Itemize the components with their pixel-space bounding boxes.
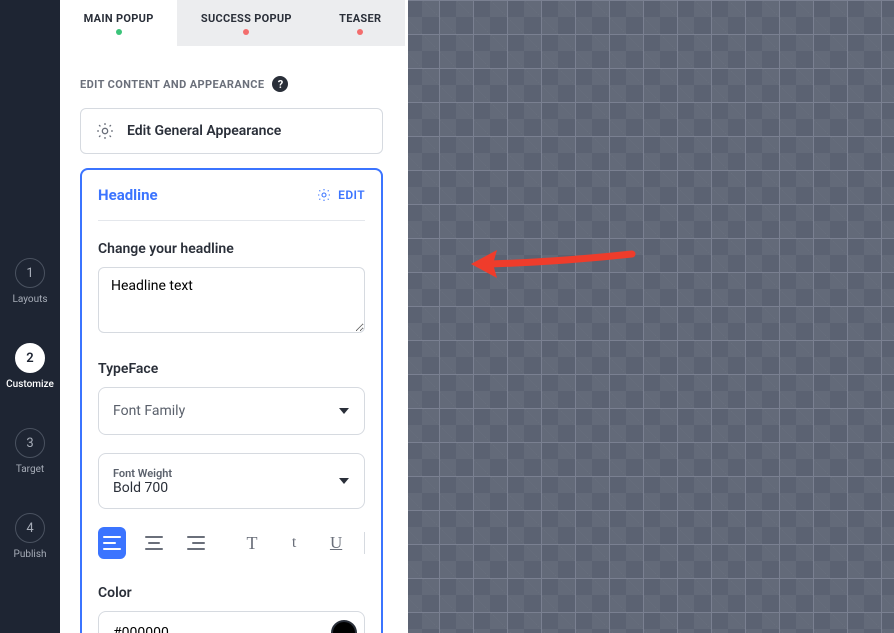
headline-field-label: Change your headline (98, 241, 365, 257)
nav-step-publish[interactable]: 4 Publish (14, 513, 47, 560)
tab-teaser[interactable]: TEASER (315, 0, 405, 46)
tab-label: MAIN POPUP (84, 12, 154, 25)
align-left-button[interactable] (98, 527, 126, 559)
preview-canvas[interactable] (405, 0, 894, 633)
color-field (98, 611, 365, 633)
align-center-icon (145, 536, 163, 550)
canvas-left-edge (405, 0, 408, 633)
help-icon[interactable]: ? (272, 76, 288, 92)
nav-step-circle: 3 (15, 428, 45, 458)
nav-step-target[interactable]: 3 Target (15, 428, 45, 475)
align-right-icon (187, 536, 205, 550)
chevron-down-icon (339, 408, 349, 414)
tab-main-popup[interactable]: MAIN POPUP (60, 0, 177, 46)
nav-step-label: Target (16, 464, 44, 475)
align-center-button[interactable] (140, 527, 168, 559)
tab-label: TEASER (339, 12, 381, 25)
nav-step-label: Layouts (12, 294, 47, 305)
nav-step-label: Customize (6, 379, 54, 390)
tab-success-popup[interactable]: SUCCESS POPUP (177, 0, 315, 46)
popup-tabs: MAIN POPUP SUCCESS POPUP TEASER (60, 0, 405, 46)
align-right-button[interactable] (182, 527, 210, 559)
typeface-label: TypeFace (98, 361, 365, 377)
nav-step-circle: 1 (15, 258, 45, 288)
headline-card: Headline EDIT Change your headline TypeF… (80, 168, 383, 633)
text-format-toolbar: T t U (98, 527, 365, 559)
tab-status-dot (243, 29, 249, 35)
annotation-arrow-icon (467, 236, 637, 286)
editor-panel-body[interactable]: EDIT CONTENT AND APPEARANCE ? Edit Gener… (60, 46, 405, 633)
font-family-select[interactable]: Font Family (98, 387, 365, 435)
font-family-value: Font Family (98, 387, 365, 435)
card-edit-button[interactable]: EDIT (316, 187, 365, 203)
step-nav-rail: 1 Layouts 2 Customize 3 Target 4 Publish (0, 0, 60, 633)
section-heading: EDIT CONTENT AND APPEARANCE (80, 78, 264, 91)
tab-status-dot (116, 29, 122, 35)
toolbar-divider (364, 532, 365, 554)
edit-label: EDIT (338, 188, 365, 202)
gear-icon (316, 187, 332, 203)
card-header: Headline EDIT (98, 186, 365, 221)
nav-step-label: Publish (14, 549, 47, 560)
tab-status-dot (357, 29, 363, 35)
underline-button[interactable]: U (322, 527, 350, 559)
editor-panel: MAIN POPUP SUCCESS POPUP TEASER EDIT CON… (60, 0, 405, 633)
nav-step-circle: 2 (15, 343, 45, 373)
uppercase-button[interactable]: T (238, 527, 266, 559)
font-weight-value: Bold 700 (113, 480, 324, 496)
tab-label: SUCCESS POPUP (201, 12, 292, 25)
nav-step-circle: 4 (15, 513, 45, 543)
gear-icon (95, 121, 115, 141)
color-hex-input[interactable] (98, 611, 365, 633)
button-label: Edit General Appearance (127, 123, 281, 139)
section-heading-row: EDIT CONTENT AND APPEARANCE ? (80, 76, 383, 92)
nav-step-customize[interactable]: 2 Customize (6, 343, 54, 390)
nav-step-layouts[interactable]: 1 Layouts (12, 258, 47, 305)
font-weight-select[interactable]: Font Weight Bold 700 (98, 453, 365, 509)
card-title: Headline (98, 186, 158, 204)
color-label: Color (98, 585, 365, 601)
headline-input[interactable] (98, 267, 365, 333)
align-left-icon (103, 536, 121, 550)
edit-general-appearance-button[interactable]: Edit General Appearance (80, 108, 383, 154)
lowercase-button[interactable]: t (280, 527, 308, 559)
chevron-down-icon (339, 478, 349, 484)
font-weight-mini-label: Font Weight (113, 467, 324, 480)
